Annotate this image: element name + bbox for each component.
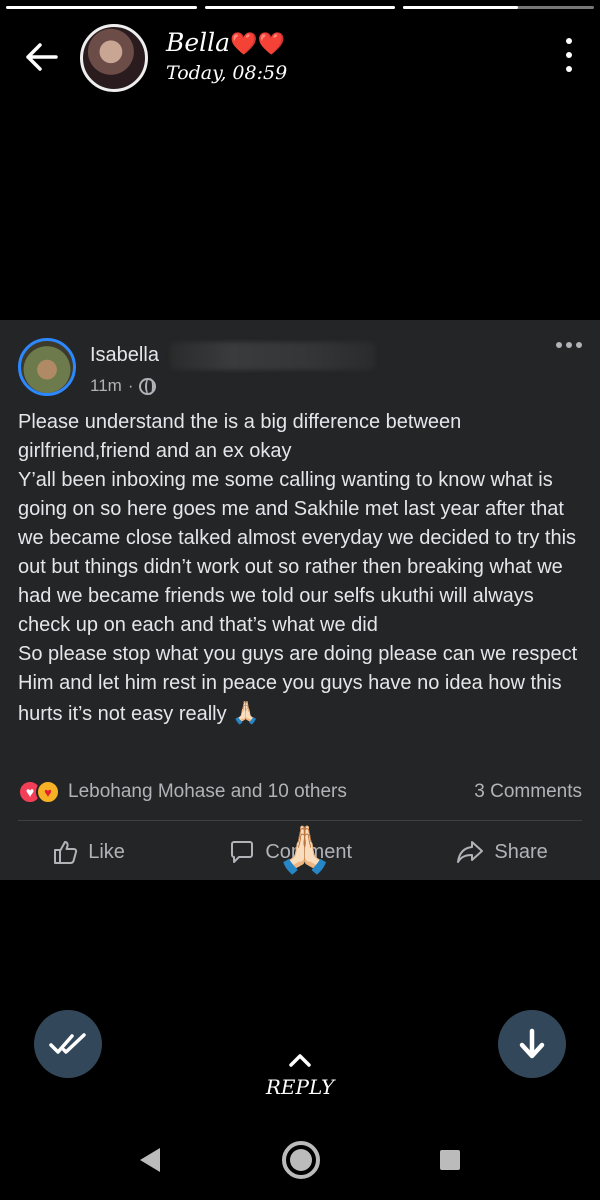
- pray-sticker: 🙏🏻: [276, 823, 334, 875]
- reply-button[interactable]: REPLY: [0, 1075, 600, 1099]
- home-circle-icon: [290, 1149, 312, 1171]
- seen-button[interactable]: [34, 1010, 102, 1078]
- kebab-menu-icon: [566, 38, 572, 44]
- contact-avatar[interactable]: [80, 24, 148, 92]
- story-progress: [6, 6, 595, 10]
- progress-segment-3: [403, 6, 595, 9]
- comment-bubble-icon: [231, 841, 254, 863]
- contact-name: Bella❤️❤️: [166, 28, 285, 57]
- heart-emoji: ❤️❤️: [230, 32, 285, 57]
- arrow-left-icon: [26, 43, 58, 71]
- double-check-icon: [49, 1033, 86, 1054]
- like-label: Like: [88, 840, 125, 863]
- post-paragraph-3: So please stop what you guys are doing p…: [18, 640, 588, 729]
- nav-recents-button[interactable]: [440, 1150, 460, 1170]
- chevron-up-icon: [289, 1054, 311, 1067]
- post-time: 11m: [90, 376, 122, 395]
- scroll-down-button[interactable]: [498, 1010, 566, 1078]
- care-reaction-icon: ♥: [36, 780, 60, 804]
- share-action: Share: [456, 839, 548, 865]
- post-body: Please understand the is a big differenc…: [18, 408, 588, 729]
- pray-emoji: 🙏🏻: [232, 700, 260, 725]
- story-header: Bella❤️❤️ Today, 08:59: [0, 22, 600, 94]
- meta-separator: ·: [127, 376, 134, 395]
- post-paragraph-2: Y’all been inboxing me some calling want…: [18, 469, 577, 636]
- story-time: Today, 08:59: [166, 62, 288, 84]
- redaction-scribble: [170, 342, 375, 370]
- thumbs-up-icon: [54, 841, 78, 864]
- globe-icon: [139, 377, 157, 395]
- post-paragraph-1: Please understand the is a big differenc…: [18, 411, 462, 462]
- reactions-text: Lebohang Mohase and 10 others: [68, 781, 347, 802]
- share-label: Share: [494, 840, 548, 863]
- contact-name-text: Bella: [166, 28, 231, 57]
- nav-back-icon[interactable]: [138, 1146, 162, 1174]
- share-arrow-icon: [457, 841, 484, 863]
- like-action: Like: [52, 839, 125, 865]
- nav-home-button[interactable]: [282, 1141, 320, 1179]
- menu-button[interactable]: [562, 38, 576, 72]
- system-nav-bar: [0, 1130, 600, 1190]
- reactions-bar: ♥ ♥ Lebohang Mohase and 10 others 3 Comm…: [18, 780, 582, 804]
- arrow-down-icon: [519, 1028, 545, 1059]
- reaction-icons: ♥ ♥: [18, 780, 60, 804]
- post-meta: 11m ·: [90, 376, 157, 396]
- post-card: Isabella 11m · Please understand the is …: [0, 320, 600, 880]
- progress-segment-2: [204, 6, 396, 9]
- post-author: Isabella: [90, 344, 159, 366]
- back-button[interactable]: [20, 36, 62, 78]
- post-paragraph-3-text: So please stop what you guys are doing p…: [18, 643, 578, 725]
- post-more-icon: [556, 342, 582, 348]
- post-divider: [18, 820, 582, 821]
- post-author-avatar: [18, 338, 76, 396]
- progress-segment-1: [6, 6, 197, 9]
- comments-count: 3 Comments: [474, 781, 582, 802]
